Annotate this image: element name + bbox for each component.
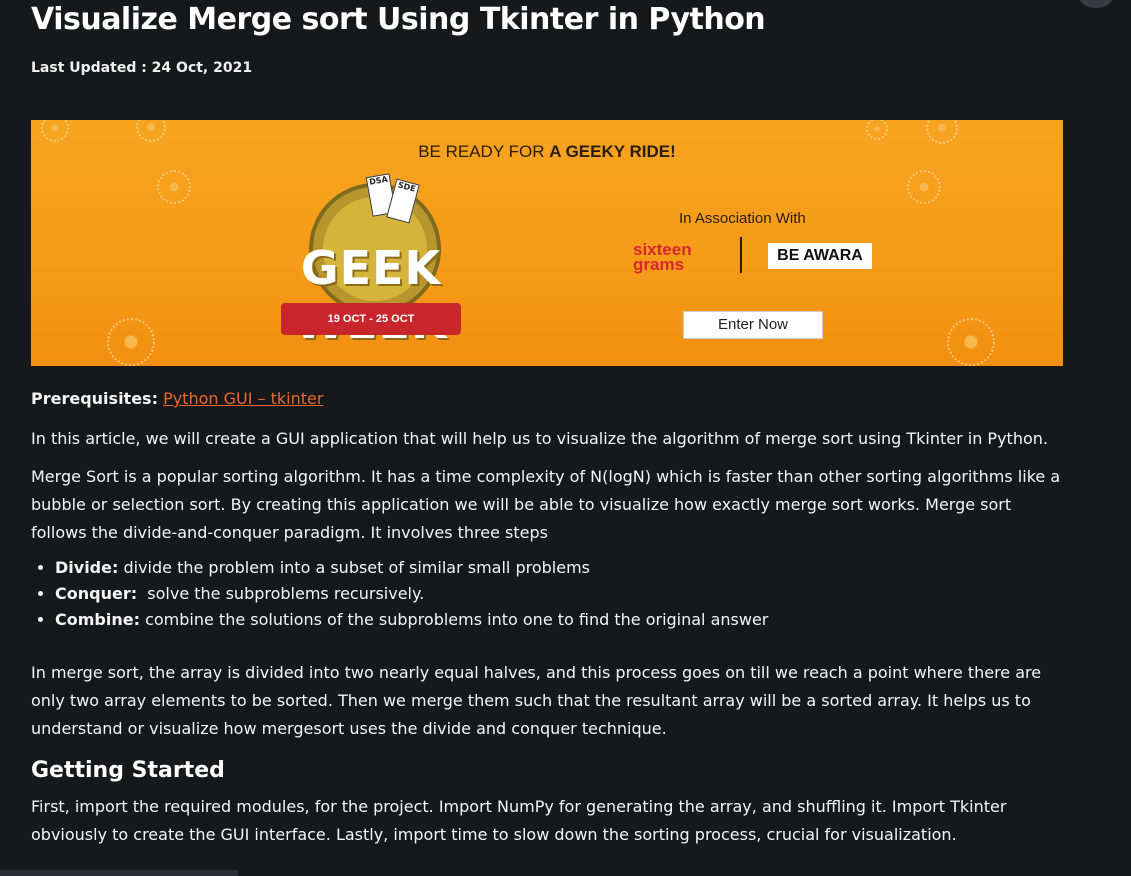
decor-sun-icon: [907, 170, 941, 204]
section-heading: Getting Started: [31, 758, 225, 783]
merge-sort-paragraph: Merge Sort is a popular sorting algorith…: [31, 467, 1061, 542]
prereq-link[interactable]: Python GUI – tkinter: [163, 389, 323, 408]
enter-now-button[interactable]: Enter Now: [683, 311, 823, 339]
partner-divider: [740, 237, 742, 273]
prereq-label: Prerequisites:: [31, 389, 158, 408]
array-paragraph: In merge sort, the array is divided into…: [31, 663, 1042, 738]
partner-be-awara: BE AWARA: [768, 243, 872, 269]
last-updated: Last Updated : 24 Oct, 2021: [31, 60, 253, 76]
banner-headline: BE READY FOR A GEEKY RIDE!: [418, 142, 676, 161]
close-button[interactable]: [1079, 0, 1113, 8]
list-item: Combine: combine the solutions of the su…: [55, 607, 768, 633]
prerequisites: Prerequisites: Python GUI – tkinter: [31, 385, 323, 413]
decor-sun-icon: [866, 120, 888, 140]
geek-week-banner[interactable]: BE READY FOR A GEEKY RIDE! DSA SDE GEEK …: [31, 120, 1063, 366]
ticket-icons: DSA SDE: [365, 171, 420, 224]
status-bar: [0, 870, 238, 876]
list-item: Conquer: solve the subproblems recursive…: [55, 581, 768, 607]
decor-sun-icon: [926, 120, 958, 144]
intro-paragraph: In this article, we will create a GUI ap…: [31, 429, 1048, 448]
decor-sun-icon: [136, 120, 166, 142]
getting-started-paragraph: First, import the required modules, for …: [31, 797, 1007, 844]
list-item: Divide: divide the problem into a subset…: [55, 555, 768, 581]
steps-list: Divide: divide the problem into a subset…: [31, 555, 768, 633]
association-text: In Association With: [679, 210, 806, 227]
decor-sun-icon: [157, 170, 191, 204]
partner-sixteen-grams: sixteen grams: [633, 240, 692, 274]
page-title: Visualize Merge sort Using Tkinter in Py…: [31, 2, 766, 37]
badge-dates: 19 OCT - 25 OCT: [281, 303, 461, 335]
decor-sun-icon: [41, 120, 69, 142]
decor-sun-icon: [107, 318, 155, 366]
decor-sun-icon: [947, 318, 995, 366]
geek-week-badge: DSA SDE GEEK WEEK 19 OCT - 25 OCT: [271, 173, 461, 349]
